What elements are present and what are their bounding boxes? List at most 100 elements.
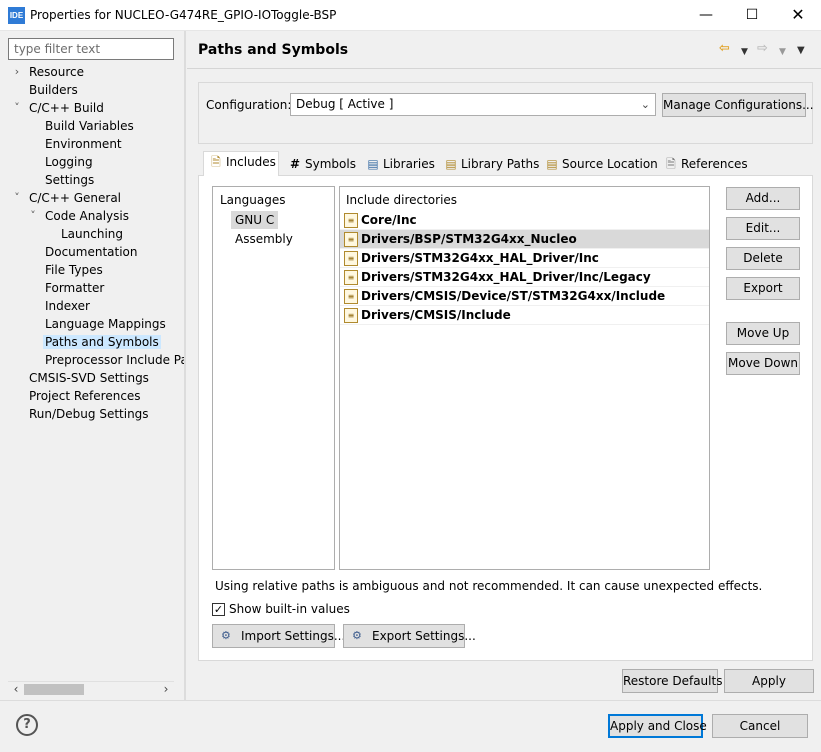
pane-divider[interactable] [184, 31, 186, 700]
hash-icon: # [289, 157, 301, 171]
window-title: Properties for NUCLEO-G474RE_GPIO-IOTogg… [30, 8, 337, 22]
tree-item[interactable]: › Resource [11, 63, 86, 81]
tab-references[interactable]: 🗎 References [658, 153, 748, 175]
manage-configurations-button[interactable]: Manage Configurations... [662, 93, 814, 117]
tree-item[interactable]: Project References [11, 387, 143, 405]
tree-item-label: Launching [61, 227, 124, 241]
forward-icon[interactable]: ⇨ [757, 40, 768, 58]
tree-item[interactable]: File Types [27, 261, 105, 279]
include-directory-row[interactable]: ≡ Drivers/STM32G4xx_HAL_Driver/Inc/Legacy [340, 268, 709, 287]
restore-defaults-button[interactable]: Restore Defaults [622, 669, 722, 693]
export-button[interactable]: Export [726, 277, 800, 300]
tree-item-label: C/C++ Build [29, 101, 104, 115]
tree-item[interactable]: Settings [27, 171, 96, 189]
tree-item-label: Language Mappings [45, 317, 166, 331]
apply-and-close-button[interactable]: Apply and Close [608, 714, 707, 738]
tree-item[interactable]: Preprocessor Include Pat [27, 351, 185, 369]
forward-menu-icon[interactable]: ▼ [779, 43, 786, 61]
tab-symbols[interactable]: # Symbols [282, 153, 356, 175]
show-builtin-checkbox[interactable]: ✓ [212, 603, 225, 616]
close-button[interactable]: ✕ [775, 0, 821, 31]
tab-label: Symbols [305, 157, 356, 171]
back-icon[interactable]: ⇦ [719, 40, 730, 58]
preferences-tree: › Resource Builders ˅ C/C++ Build Build Varia… [8, 63, 185, 680]
include-directory-path: Core/Inc [361, 213, 417, 227]
tree-item-label: Build Variables [45, 119, 134, 133]
import-settings-label: Import Settings... [241, 629, 346, 643]
tree-item[interactable]: Build Variables [27, 117, 136, 135]
tree-item[interactable]: ˅ C/C++ General [11, 189, 123, 207]
add-button[interactable]: Add... [726, 187, 800, 210]
scroll-left-icon[interactable]: ‹ [10, 681, 22, 698]
include-folder-icon: ≡ [344, 251, 358, 266]
tree-item[interactable]: ˅ C/C++ Build [11, 99, 106, 117]
tab-label: References [681, 157, 748, 171]
chevron-down-icon[interactable]: ˅ [11, 99, 23, 117]
chevron-down-icon[interactable]: ˅ [27, 207, 39, 225]
move-down-button[interactable]: Move Down [726, 352, 800, 375]
include-folder-icon: ≡ [344, 270, 358, 285]
filter-input[interactable] [8, 38, 174, 60]
export-settings-button[interactable]: ⚙ Export Settings... [343, 624, 476, 648]
tree-item-label: Environment [45, 137, 122, 151]
view-menu-icon[interactable]: ▼ [797, 42, 805, 60]
tree-item[interactable]: Logging [27, 153, 95, 171]
help-icon[interactable]: ? [16, 714, 38, 736]
include-directory-row[interactable]: ≡ Drivers/CMSIS/Device/ST/STM32G4xx/Inclu… [340, 287, 709, 306]
language-item-gnu-c[interactable]: GNU C [231, 211, 279, 229]
tree-item-label: Indexer [45, 299, 90, 313]
tree-item-label: Settings [45, 173, 95, 187]
tree-item[interactable]: Language Mappings [27, 315, 168, 333]
tab-source-location[interactable]: ▤ Source Location [539, 153, 657, 175]
tree-item[interactable]: Documentation [27, 243, 140, 261]
include-folder-icon: ≡ [344, 232, 358, 247]
edit-button[interactable]: Edit... [726, 217, 800, 240]
checkmark-icon: ✓ [213, 603, 224, 616]
import-icon: ⚙ [221, 629, 231, 642]
tree-item[interactable]: Launching [43, 225, 125, 243]
page-title: Paths and Symbols [198, 42, 349, 58]
back-menu-icon[interactable]: ▼ [741, 43, 748, 61]
tree-item-label: Paths and Symbols [43, 335, 161, 349]
references-icon: 🗎 [666, 157, 676, 171]
tab-library-paths[interactable]: ▤ Library Paths [438, 153, 539, 175]
cancel-button[interactable]: Cancel [712, 714, 808, 738]
include-folder-icon: ≡ [344, 289, 358, 304]
tree-item[interactable]: ˅ Code Analysis [27, 207, 131, 225]
tree-item[interactable]: Formatter [27, 279, 106, 297]
tree-item-label: Builders [29, 83, 78, 97]
tree-item[interactable]: Indexer [27, 297, 92, 315]
export-settings-label: Export Settings... [372, 629, 476, 643]
delete-button[interactable]: Delete [726, 247, 800, 270]
show-builtin-label[interactable]: Show built-in values [229, 602, 350, 616]
chevron-down-icon[interactable]: ˅ [11, 189, 23, 207]
tree-item-label: Resource [29, 65, 85, 79]
move-up-button[interactable]: Move Up [726, 322, 800, 345]
include-directory-row[interactable]: ≡ Drivers/BSP/STM32G4xx_Nucleo [340, 230, 709, 249]
tab-libraries[interactable]: ▤ Libraries [360, 153, 435, 175]
apply-button[interactable]: Apply [724, 669, 814, 693]
tree-item[interactable]: Environment [27, 135, 124, 153]
language-item-assembly[interactable]: Assembly [231, 230, 297, 248]
source-location-icon: ▤ [546, 157, 558, 171]
include-directory-row[interactable]: ≡ Drivers/CMSIS/Include [340, 306, 709, 325]
include-folder-icon: ≡ [344, 213, 358, 228]
import-settings-button[interactable]: ⚙ Import Settings... [212, 624, 345, 648]
tree-item[interactable]: Paths and Symbols [27, 333, 161, 351]
tree-item[interactable]: Builders [11, 81, 80, 99]
include-directory-row[interactable]: ≡ Core/Inc [340, 211, 709, 230]
maximize-button[interactable]: ☐ [729, 0, 775, 31]
tree-item[interactable]: CMSIS-SVD Settings [11, 369, 151, 387]
scroll-right-icon[interactable]: › [160, 681, 172, 698]
chevron-right-icon[interactable]: › [11, 63, 23, 81]
include-directory-row[interactable]: ≡ Drivers/STM32G4xx_HAL_Driver/Inc [340, 249, 709, 268]
configuration-select[interactable]: Debug [ Active ] ⌄ [290, 93, 656, 116]
scrollbar-thumb[interactable] [24, 684, 84, 695]
tree-item[interactable]: Run/Debug Settings [11, 405, 151, 423]
include-directory-path: Drivers/STM32G4xx_HAL_Driver/Inc/Legacy [361, 270, 651, 284]
minimize-button[interactable]: — [683, 0, 729, 31]
tab-includes[interactable]: 🗎 Includes [203, 151, 279, 176]
library-paths-icon: ▤ [445, 157, 457, 171]
tab-label: Includes [226, 155, 276, 169]
app-icon: IDE [8, 7, 25, 24]
